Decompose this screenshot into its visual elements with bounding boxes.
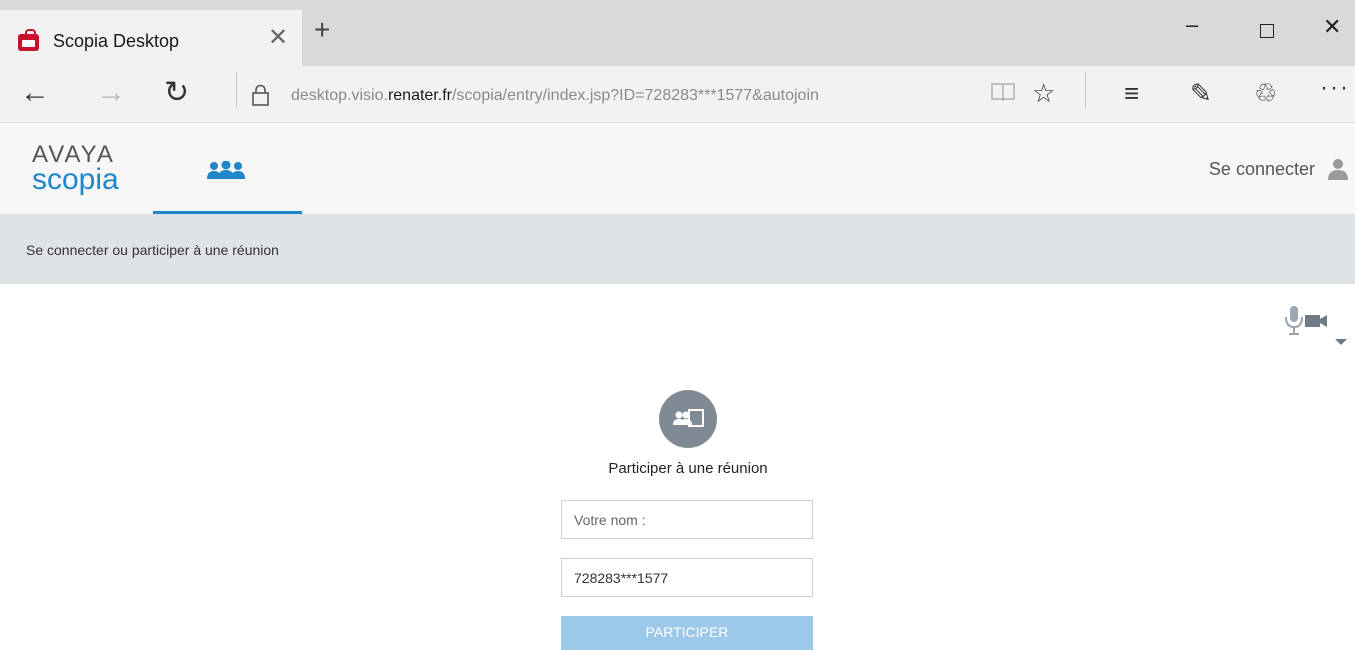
browser-tab-bar: Scopia Desktop ✕ + – ✕	[0, 0, 1355, 66]
lock-icon	[252, 84, 269, 106]
avaya-scopia-logo: AVAYA scopia	[32, 143, 119, 195]
new-tab-icon[interactable]: +	[314, 16, 330, 44]
tab-meetings[interactable]	[153, 123, 302, 214]
user-icon[interactable]	[1327, 158, 1349, 180]
refresh-icon[interactable]: ↻	[164, 78, 189, 108]
join-button[interactable]: PARTICIPER	[561, 616, 813, 650]
join-meeting-title: Participer à une réunion	[608, 460, 768, 477]
tab-close-icon[interactable]: ✕	[268, 26, 288, 50]
hub-icon[interactable]: ≡	[1124, 80, 1139, 106]
url-host: renater.fr	[387, 87, 452, 104]
reading-view-icon[interactable]	[990, 81, 1016, 108]
share-icon[interactable]: ♲	[1254, 80, 1277, 106]
forward-arrow-icon[interactable]: →	[96, 78, 126, 108]
toolbar-divider	[236, 72, 237, 108]
people-icon	[207, 161, 245, 179]
favorite-star-icon[interactable]: ☆	[1032, 80, 1055, 106]
more-icon[interactable]: ···	[1320, 76, 1350, 100]
back-arrow-icon[interactable]: ←	[20, 78, 50, 108]
tab-title: Scopia Desktop	[53, 31, 180, 51]
login-link[interactable]: Se connecter	[1209, 159, 1315, 180]
maximize-window-icon[interactable]	[1260, 24, 1274, 38]
microphone-camera-settings-icon[interactable]	[1283, 305, 1347, 349]
join-meeting-icon	[659, 390, 717, 448]
url-path: /scopia/entry/index.jsp?ID=728283***1577…	[451, 87, 819, 104]
name-input[interactable]	[561, 500, 813, 539]
sub-header-text: Se connecter ou participer à une réunion	[26, 242, 279, 258]
browser-toolbar: ← → ↻ desktop.visio.renater.fr/scopia/en…	[0, 66, 1355, 123]
sub-header-bar: Se connecter ou participer à une réunion	[0, 214, 1355, 284]
close-window-icon[interactable]: ✕	[1323, 16, 1341, 38]
brand-scopia: scopia	[32, 163, 119, 196]
web-note-icon[interactable]: ✎	[1190, 80, 1212, 106]
meeting-id-input[interactable]	[561, 558, 813, 597]
minimize-window-icon[interactable]: –	[1186, 14, 1198, 36]
app-header: AVAYA scopia Se connecter	[0, 123, 1355, 214]
scopia-favicon-icon	[18, 29, 39, 51]
url-prefix: desktop.visio.	[291, 87, 388, 104]
browser-tab[interactable]: Scopia Desktop ✕	[0, 10, 302, 66]
address-bar[interactable]: desktop.visio.renater.fr/scopia/entry/in…	[291, 87, 819, 105]
toolbar-divider	[1085, 72, 1086, 108]
